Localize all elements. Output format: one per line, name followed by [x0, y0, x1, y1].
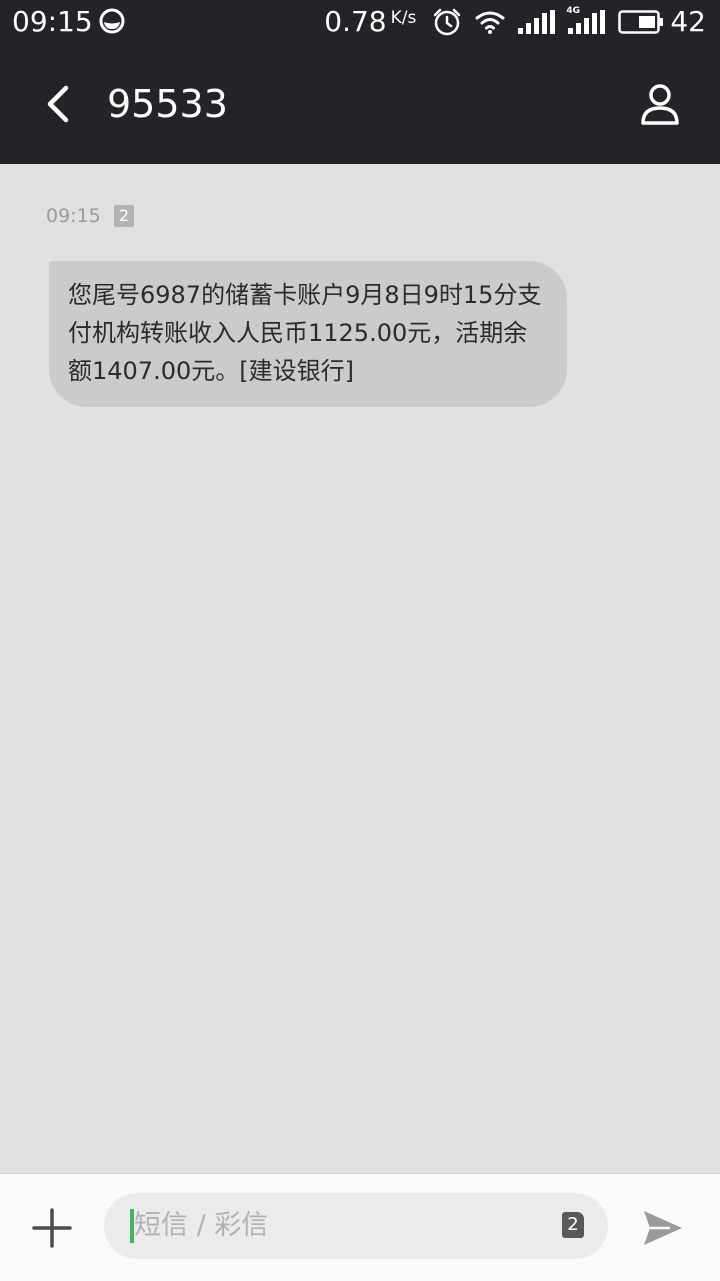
back-arrow-icon — [47, 85, 69, 123]
alarm-icon — [434, 8, 461, 36]
add-attachment-button[interactable] — [32, 1208, 72, 1248]
message-time: 09:15 — [46, 205, 101, 227]
conversation-toolbar: 95533 — [0, 44, 720, 164]
message-app-icon — [99, 8, 125, 34]
message-bubble[interactable]: 您尾号6987的储蓄卡账户9月8日9时15分支付机构转账收入人民币1125.00… — [49, 261, 567, 407]
wifi-icon — [475, 11, 505, 34]
battery-icon — [618, 10, 664, 34]
status-bar: 09:15 0.78 K/s 4G 42 — [0, 0, 720, 44]
sim-select-button[interactable]: 2 — [562, 1212, 584, 1238]
back-button[interactable] — [34, 80, 82, 128]
send-button[interactable] — [642, 1208, 684, 1248]
composer-bar: 短信 / 彩信 2 — [0, 1173, 720, 1281]
conversation-title: 95533 — [107, 82, 228, 126]
contact-person-icon — [641, 84, 679, 125]
signal-icon — [518, 10, 556, 34]
signal-4g: 4G — [566, 6, 606, 34]
send-icon — [644, 1211, 682, 1245]
message-sim-badge: 2 — [114, 205, 134, 227]
network-speed: 0.78 K/s — [324, 5, 416, 39]
network-type: 4G — [566, 6, 581, 16]
top-header: 09:15 0.78 K/s 4G 42 95533 — [0, 0, 720, 164]
battery-level: 42 — [670, 5, 706, 38]
plus-icon — [32, 1208, 72, 1248]
contact-button[interactable] — [638, 82, 682, 126]
status-time: 09:15 — [12, 5, 93, 38]
status-icons: 0.78 K/s 4G 42 — [324, 5, 706, 39]
message-input-placeholder: 短信 / 彩信 — [134, 1210, 269, 1241]
network-speed-value: 0.78 — [324, 5, 387, 38]
message-input[interactable]: 短信 / 彩信 2 — [104, 1193, 608, 1259]
network-speed-unit: K/s — [390, 8, 417, 28]
